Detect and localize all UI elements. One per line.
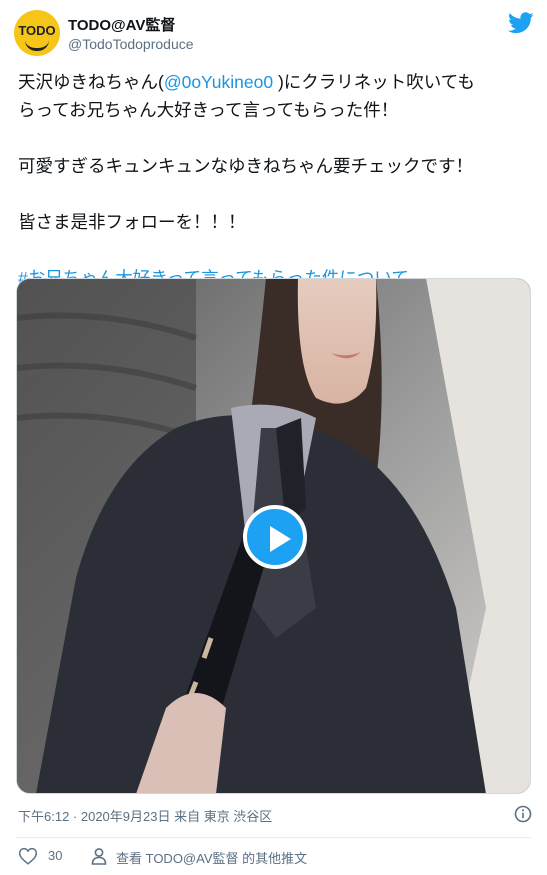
tweet-timestamp-location[interactable]: 下午6:12 · 2020年9月23日 来自 東京 渋谷区 [18, 806, 272, 825]
author-handle[interactable]: @TodoTodoproduce [68, 36, 194, 52]
info-icon[interactable] [514, 805, 532, 823]
like-count[interactable]: 30 [48, 848, 62, 863]
twitter-bird-icon[interactable] [508, 12, 534, 34]
play-icon [270, 526, 291, 552]
mention-link[interactable]: @0oYukineo0 [164, 72, 273, 92]
tweet-line-1-end: )にクラリネット吹いても [273, 72, 475, 92]
heart-icon[interactable] [18, 847, 38, 865]
avatar-smile-mark [25, 40, 49, 51]
tweet-text: 天沢ゆきねちゃん(@0oYukineo0 )にクラリネット吹いても らってお兄ち… [18, 68, 528, 292]
play-button[interactable] [243, 505, 307, 569]
tweet-line-4: 皆さま是非フォローを！！！ [18, 212, 246, 232]
tweet-line-3: 可愛すぎるキュンキュンなゆきねちゃん要チェックです！ [18, 156, 473, 176]
tweet-line-2: らってお兄ちゃん大好きって言ってもらった件！ [18, 100, 399, 120]
author-name[interactable]: TODO@AV監督 [68, 14, 175, 35]
avatar-logo-text: TODO [18, 23, 56, 38]
tweet-card: TODO TODO@AV監督 @TodoTodoproduce 天沢ゆきねちゃん… [0, 0, 547, 875]
tweet-line-1: 天沢ゆきねちゃん(@0oYukineo0 )にクラリネット吹いても [18, 68, 528, 96]
view-more-tweets-link[interactable]: 查看 TODO@AV監督 的其他推文 [116, 848, 307, 867]
avatar[interactable]: TODO [14, 10, 60, 56]
tweet-line-1-start: 天沢ゆきねちゃん( [18, 72, 164, 92]
person-icon[interactable] [90, 847, 108, 865]
divider [16, 837, 531, 838]
